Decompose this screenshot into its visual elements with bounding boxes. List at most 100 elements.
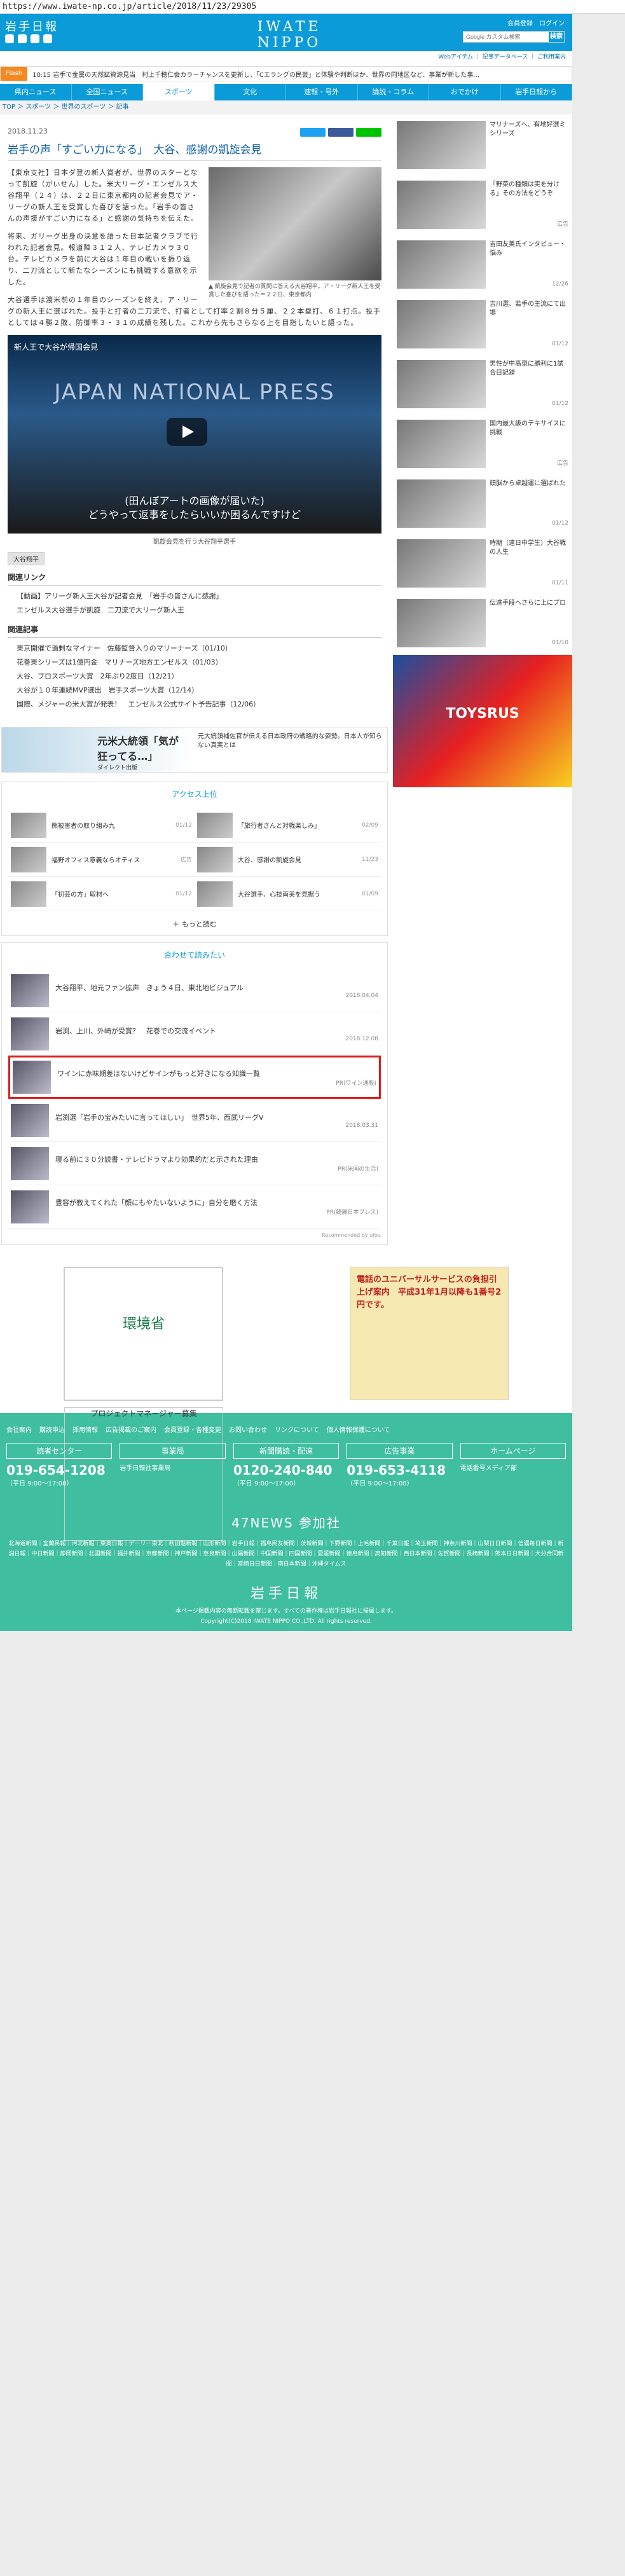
thumbnail[interactable] [397,599,486,647]
ad-right[interactable]: 電話のユニバーサルサービスの負担引上げ案内 平成31年1月以降も1番号2円です。 [350,1267,509,1400]
thumbnail[interactable] [11,1103,49,1137]
ranking-item[interactable]: 「初芸の方」取材へ 01/12 [8,877,195,911]
related-article[interactable]: 大谷、プロスポーツ大賞 2年ぶり2度目（12/21） [8,670,381,684]
side-item[interactable]: 伝達手段へさらに上にプロ 01/10 [393,595,572,651]
recommend-item[interactable]: 岩渕選「岩手の宝みたいに言ってほしい」 世界5年、西武リーグV 2018.03.3… [8,1099,381,1142]
video-player[interactable]: 新人王で大谷が帰国会見 JAPAN NATIONAL PRESS (田んぼアート… [8,335,381,534]
thumbnail[interactable] [397,240,486,289]
article-photo[interactable]: ▲ 凱旋会見で記者の質問に答える大谷翔平。ア・リーグ新人王を受賞した喜びを語った… [209,167,381,300]
side-text[interactable]: 時期（遠日中学生）大谷戦の人生 01/11 [490,539,568,588]
ad-headline[interactable]: 元米大統領「気が狂ってる…」 [97,733,188,763]
thumbnail[interactable] [11,812,46,838]
footer-link[interactable]: リンクについて [275,1424,319,1434]
thumbnail[interactable] [197,881,233,907]
recommend-item[interactable]: 豊容が教えてくれた「顔にもやたいないように」自分を磨く方法 PR(綺麗日本ブレス) [8,1185,381,1229]
side-item[interactable]: 「野菜の種類は実を分ける」その方法をどうぞ 広告 [393,177,572,233]
side-item[interactable]: 時期（遠日中学生）大谷戦の人生 01/11 [393,535,572,591]
ranking-text[interactable]: 熊被害者の取り組み九 [52,820,170,830]
nav-item[interactable]: 文化 [215,84,286,100]
footer-link[interactable]: お問い合わせ [229,1424,267,1434]
side-item[interactable]: 吉川選、若手の主流にて出場 01/12 [393,296,572,352]
side-text[interactable]: 男性が中高型に勝利に1試合目記録 01/12 [490,360,568,408]
nav-item[interactable]: 速報・号外 [286,84,358,100]
footer-link[interactable]: 広告掲載のご案内 [106,1424,156,1434]
line-share-button[interactable] [356,128,381,137]
recommend-text[interactable]: 岩渕選「岩手の宝みたいに言ってほしい」 世界5年、西武リーグV 2018.03.3… [55,1112,378,1129]
nav-item[interactable]: 全国ニュース [72,84,143,100]
recommend-item-highlighted[interactable]: ワインに赤味期差はないけどサインがもっと好きになる知識一覧 PR(ワイン通販) [8,1056,381,1099]
nav-item[interactable]: 論説・コラム [358,84,429,100]
search-button[interactable]: 検索 [549,32,564,42]
search-input[interactable] [464,32,549,42]
thumbnail[interactable] [397,300,486,348]
thumbnail[interactable] [397,360,486,408]
side-text[interactable]: 国内最大級のテキサイスに挑戦 広告 [490,420,568,468]
phone-number[interactable]: 0120-240-840 [233,1463,339,1478]
thumbnail[interactable] [13,1061,51,1094]
recommend-text[interactable]: 寝る前に３０分読書・テレビドラマより効果的だと示された理由 PR(米国の生活) [55,1154,378,1173]
youtube-icon[interactable] [31,34,39,43]
article-tag[interactable]: 大谷翔平 [8,552,45,565]
ad-headline-block[interactable]: 元米大統領「気が狂ってる…」 ダイレクト出版 [2,727,193,772]
nav-item[interactable]: 県内ニュース [0,84,72,100]
ad-left-title[interactable]: 環境省 [64,1267,223,1401]
recommend-credit[interactable]: Recommended by ufou [8,1232,381,1238]
side-item[interactable]: 国内最大級のテキサイスに挑戦 広告 [393,416,572,472]
thumbnail[interactable] [197,812,233,838]
ad-left[interactable]: 環境省 プロジェクトマネージャー募集 [64,1267,223,1541]
ranking-text[interactable]: 大谷選手、心技両美を見据う [238,889,357,899]
recommend-text[interactable]: ワインに赤味期差はないけどサインがもっと好きになる知識一覧 PR(ワイン通販) [57,1068,376,1087]
ranking-item[interactable]: 「旅行者さんと対戦楽しみ」 02/09 [195,808,381,843]
phone-number[interactable]: 019-654-1208 [6,1463,112,1478]
footer-logo[interactable]: 岩手日報 [6,1582,566,1602]
nav-item-active[interactable]: スポーツ [143,84,215,100]
instagram-icon[interactable] [43,34,52,43]
side-item[interactable]: 吉田友美氏インタビュー・悩み 12/26 [393,237,572,293]
footer-link[interactable]: 個人情報保護について [327,1424,390,1434]
recommend-text[interactable]: 豊容が教えてくれた「顔にもやたいないように」自分を磨く方法 PR(綺麗日本ブレス) [55,1197,378,1216]
ranking-item[interactable]: 福野オフィス意義ならオティス 広告 [8,843,195,877]
tweet-button[interactable] [300,128,326,137]
side-item[interactable]: 頭脳から卓越運に選ばれた 01/12 [393,476,572,532]
flash-news[interactable]: Flash 10:15 岩手で金属の天然鉱資源見当 村上千穂仁会カラーチャンスを… [0,66,572,81]
thumbnail[interactable] [11,1190,49,1223]
ranking-item[interactable]: 熊被害者の取り組み九 01/12 [8,808,195,843]
more-button[interactable]: ＋ もっと読む [8,919,381,929]
side-item[interactable]: マリナーズへ、有地好選ミシリーズ [393,117,572,173]
thumbnail[interactable] [397,539,486,588]
side-text[interactable]: 吉川選、若手の主流にて出場 01/12 [490,300,568,348]
ranking-text[interactable]: 福野オフィス意義ならオティス [52,855,175,864]
thumbnail[interactable] [397,420,486,468]
thumbnail[interactable] [11,1147,49,1180]
ad-banner[interactable]: 元米大統領「気が狂ってる…」 ダイレクト出版 元大統領補佐官が伝える日本政府の戦略… [1,727,388,773]
play-icon[interactable] [167,418,207,446]
side-text[interactable]: 吉田友美氏インタビュー・悩み 12/26 [490,240,568,289]
thumbnail[interactable] [397,181,486,229]
related-link[interactable]: 【動画】アリーグ新人王大谷が記者会見 「岩手の皆さんに感謝」 [8,589,381,603]
recommend-text[interactable]: 岩渕、上川、外崎が受賞？ 花巻での交流イベント 2018.12.08 [55,1026,378,1042]
ranking-text[interactable]: 「旅行者さんと対戦楽しみ」 [238,820,357,830]
footer-link[interactable]: 会社案内 [6,1424,32,1434]
footer-link[interactable]: 会員登録・各種変更 [164,1424,221,1434]
related-article[interactable]: 花巻東シリーズは1億円金 マリナーズ地方エンゼルス（01/03） [8,656,381,670]
thumbnail[interactable] [11,846,46,872]
recommend-text[interactable]: 大谷翔平、地元ファン拡声 きょう４日、東北地ビジュアル 2018.04.04 [55,982,378,999]
nav-item[interactable]: 岩手日報から [501,84,572,100]
recommend-item[interactable]: 大谷翔平、地元ファン拡声 きょう４日、東北地ビジュアル 2018.04.04 [8,969,381,1012]
thumbnail[interactable] [11,1017,49,1050]
nav-item[interactable]: おでかけ [429,84,501,100]
ranking-item[interactable]: 大谷選手、心技両美を見据う 01/09 [195,877,381,911]
thumbnail[interactable] [11,881,46,907]
thumbnail[interactable] [397,121,486,169]
site-logo[interactable]: 岩手日報 [5,18,58,34]
ranking-item[interactable]: 大谷、感謝の凱旋会見 11/23 [195,843,381,877]
ranking-text[interactable]: 「初芸の方」取材へ [52,889,170,899]
login-links[interactable]: 会員登録 ログイン [463,18,565,27]
side-text[interactable]: マリナーズへ、有地好選ミシリーズ [490,121,568,169]
photo-image[interactable] [209,167,381,280]
side-ad[interactable]: TOYSRUS [393,655,572,787]
address-bar[interactable]: https://www.iwate-np.co.jp/article/2018/… [0,0,625,14]
ad-text[interactable]: 元大統領補佐官が伝える日本政府の戦略的な姿勢。日本人が知らない真実とは [193,727,387,772]
breadcrumb[interactable]: TOP ＞ スポーツ ＞ 世界のスポーツ ＞ 記事 [0,100,572,114]
recommend-item[interactable]: 寝る前に３０分読書・テレビドラマより効果的だと示された理由 PR(米国の生活) [8,1142,381,1185]
